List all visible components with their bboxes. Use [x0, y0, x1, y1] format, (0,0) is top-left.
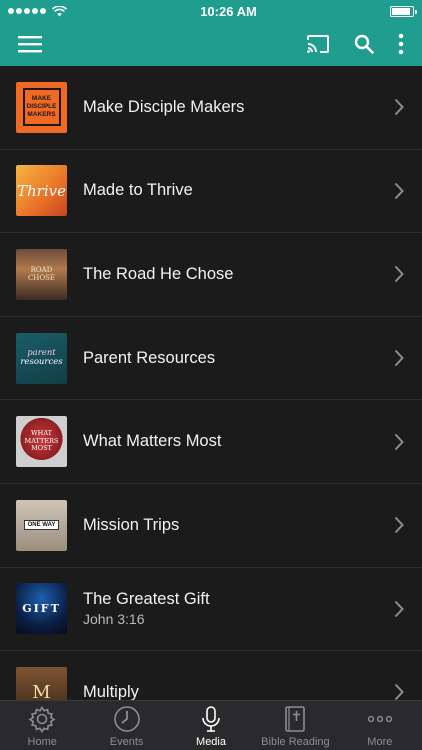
thumbnail-artwork: MAKE DISCIPLE MAKERS [22, 88, 61, 127]
series-thumbnail: parent resources [16, 332, 67, 384]
thumbnail-artwork: parent resources [20, 348, 63, 368]
series-title: The Greatest Gift [83, 590, 210, 609]
series-thumbnail: ROAD CHOSE [16, 248, 67, 300]
ellipsis-icon [367, 715, 392, 723]
tab-label: More [367, 736, 393, 748]
bottom-tab-bar: Home Events Media Bible Reading More [0, 700, 422, 750]
hamburger-icon [18, 36, 42, 53]
tab-label: Bible Reading [261, 736, 330, 748]
series-title: Made to Thrive [83, 181, 193, 200]
battery-icon [389, 5, 417, 17]
list-item[interactable]: parent resources Parent Resources [0, 317, 422, 401]
chevron-right-icon [394, 600, 404, 618]
vertical-dots-icon [398, 33, 404, 55]
series-thumbnail: Thrive [16, 165, 67, 217]
chevron-right-icon [394, 99, 404, 116]
status-bar: 10:26 AM [0, 0, 422, 22]
clock-icon [113, 706, 140, 732]
bible-icon [285, 706, 306, 732]
thumbnail-artwork: Thrive [17, 181, 66, 200]
series-thumbnail: ONE WAY [16, 499, 67, 551]
signal-strength-icon [8, 8, 46, 14]
list-item[interactable]: MAKE DISCIPLE MAKERS Make Disciple Makers [0, 66, 422, 150]
tab-media[interactable]: Media [169, 701, 253, 750]
status-time: 10:26 AM [200, 3, 257, 19]
top-nav-bar [0, 22, 422, 66]
chevron-right-icon [394, 517, 404, 534]
overflow-menu-button[interactable] [398, 33, 404, 55]
series-thumbnail: GIFT [16, 583, 67, 635]
chevron-right-icon [394, 684, 404, 700]
series-title: Mission Trips [83, 515, 180, 534]
nav-actions [306, 33, 404, 55]
list-item[interactable]: GIFT The Greatest Gift John 3:16 [0, 568, 422, 652]
list-item[interactable]: ONE WAY Mission Trips [0, 484, 422, 568]
hamburger-menu-button[interactable] [18, 35, 42, 53]
tab-label: Media [196, 736, 226, 748]
thumbnail-artwork: WHAT MATTERS MOST [24, 429, 59, 453]
series-subtitle: John 3:16 [83, 611, 145, 628]
series-title: Make Disciple Makers [83, 97, 245, 116]
search-icon [354, 34, 374, 54]
series-thumbnail: WHAT MATTERS MOST [16, 416, 67, 468]
tab-home[interactable]: Home [0, 701, 84, 750]
wifi-icon [52, 5, 67, 16]
tab-label: Home [27, 736, 57, 748]
chevron-right-icon [394, 433, 404, 450]
chevron-right-icon [394, 349, 404, 367]
cast-icon [307, 35, 329, 53]
tab-bible-reading[interactable]: Bible Reading [253, 701, 337, 750]
series-thumbnail: MAKE DISCIPLE MAKERS [16, 81, 67, 133]
microphone-icon [202, 706, 220, 732]
thumbnail-artwork: M [32, 681, 51, 700]
list-item[interactable]: Thrive Made to Thrive [0, 150, 422, 234]
signal-group [8, 5, 67, 17]
tab-more[interactable]: More [338, 701, 422, 750]
cast-button[interactable] [306, 34, 330, 54]
tab-events[interactable]: Events [84, 701, 168, 750]
series-title: What Matters Most [83, 432, 222, 451]
series-thumbnail: M [16, 666, 67, 700]
thumbnail-artwork: ROAD CHOSE [27, 266, 56, 283]
list-item[interactable]: ROAD CHOSE The Road He Chose [0, 233, 422, 317]
series-title: The Road He Chose [83, 264, 234, 283]
series-title: Parent Resources [83, 348, 216, 367]
chevron-right-icon [394, 182, 404, 200]
search-button[interactable] [354, 34, 374, 54]
gear-icon [28, 705, 56, 733]
thumbnail-artwork: ONE WAY [23, 520, 60, 531]
thumbnail-artwork: GIFT [22, 602, 61, 616]
list-item[interactable]: M Multiply [0, 651, 422, 700]
media-series-list: MAKE DISCIPLE MAKERS Make Disciple Makers … [0, 66, 422, 700]
list-item[interactable]: WHAT MATTERS MOST What Matters Most [0, 400, 422, 484]
series-title: Multiply [83, 682, 139, 700]
tab-label: Events [109, 736, 144, 748]
chevron-right-icon [394, 266, 404, 283]
